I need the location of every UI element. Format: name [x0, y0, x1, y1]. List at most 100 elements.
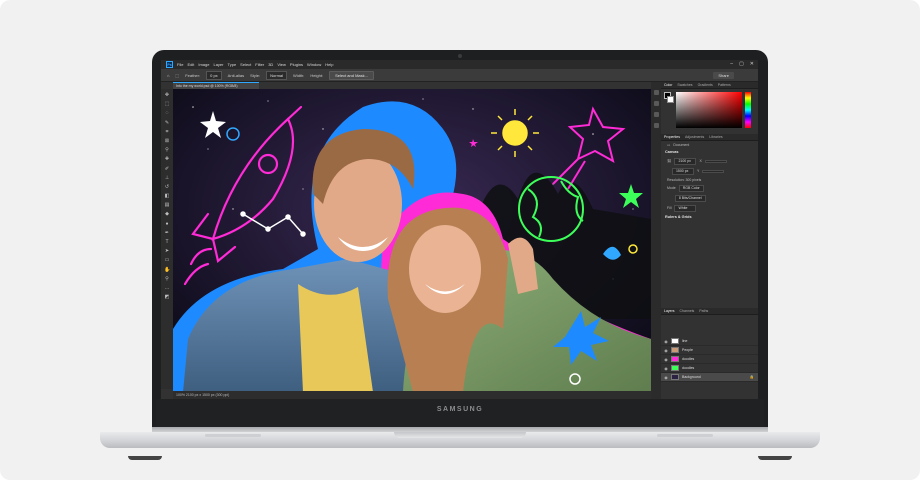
background-swatch[interactable] — [667, 96, 674, 103]
fill-label: Fill — [667, 206, 672, 210]
tab-paths[interactable]: Paths — [699, 309, 708, 313]
document-tab[interactable]: Into the my world.psd @ 100% (RGB/8) — [173, 82, 259, 89]
canvas-header[interactable]: Canvas — [661, 148, 758, 156]
quick-select-tool-icon[interactable]: ✎ — [164, 120, 170, 126]
menu-type[interactable]: Type — [228, 62, 237, 67]
tab-channels[interactable]: Channels — [680, 309, 695, 313]
visibility-eye-icon[interactable]: ◉ — [664, 357, 668, 362]
more-tools-icon[interactable]: … — [164, 285, 170, 291]
document-canvas[interactable] — [173, 89, 651, 392]
bits-select[interactable]: 8 Bits/Channel — [674, 194, 706, 202]
layer-row[interactable]: ◉ doodles — [661, 364, 758, 373]
visibility-eye-icon[interactable]: ◉ — [664, 348, 668, 353]
menu-file[interactable]: File — [177, 62, 183, 67]
brand-logo: SAMSUNG — [436, 406, 484, 413]
link-icon[interactable]: ⛓ — [667, 159, 671, 163]
feather-label: Feather: — [185, 72, 201, 78]
menu-window[interactable]: Window — [307, 62, 321, 67]
lock-icon: 🔒 — [749, 375, 754, 379]
marquee-tool-icon[interactable]: ⬚ — [175, 73, 179, 78]
resolution-row: Resolution: 300 pixels — [661, 176, 758, 183]
minimize-icon[interactable]: – — [730, 61, 733, 67]
visibility-eye-icon[interactable]: ◉ — [664, 339, 668, 344]
menu-3d[interactable]: 3D — [268, 62, 273, 67]
blur-tool-icon[interactable]: ◆ — [164, 211, 170, 217]
path-select-icon[interactable]: ➤ — [164, 248, 170, 254]
tab-swatches[interactable]: Swatches — [677, 83, 692, 87]
rulers-grids-header[interactable]: Rulers & Grids — [661, 213, 758, 221]
fg-bg-swatches[interactable] — [664, 92, 674, 104]
canvas-width-field[interactable]: 2100 px — [674, 157, 697, 165]
move-tool-icon[interactable]: ✥ — [164, 92, 170, 98]
hue-slider[interactable] — [745, 92, 751, 128]
maximize-icon[interactable]: ▢ — [739, 61, 744, 67]
canvas-height-field[interactable]: 1500 px — [671, 167, 694, 175]
brush-tool-icon[interactable]: ✐ — [164, 166, 170, 172]
brush-panel-icon[interactable] — [653, 112, 659, 117]
hinge-vent-left — [205, 434, 261, 437]
gradient-tool-icon[interactable]: ▤ — [164, 202, 170, 208]
visibility-eye-icon[interactable]: ◉ — [664, 366, 668, 371]
lasso-tool-icon[interactable]: ◌ — [164, 110, 170, 116]
shape-tool-icon[interactable]: ▭ — [164, 257, 170, 263]
tab-adjustments[interactable]: Adjustments — [685, 135, 704, 139]
y-label: Y — [696, 169, 700, 173]
pen-tool-icon[interactable]: ✒ — [164, 230, 170, 236]
layer-row[interactable]: ◉ Background 🔒 — [661, 373, 758, 382]
crop-tool-icon[interactable]: ⌗ — [164, 129, 170, 135]
mode-row: Mode RGB Color — [661, 183, 758, 193]
tab-properties[interactable]: Properties — [664, 135, 680, 139]
tools-panel: ✥ ⬚ ◌ ✎ ⌗ ⊠ ⚲ ✚ ✐ ⊥ ↺ ◧ ▤ ◆ ● ✒ T ➤ ▭ ✋ … — [161, 89, 173, 389]
close-icon[interactable]: ✕ — [750, 61, 754, 67]
menu-help[interactable]: Help — [325, 62, 333, 67]
tab-patterns[interactable]: Patterns — [718, 83, 731, 87]
hand-tool-icon[interactable]: ✋ — [164, 267, 170, 273]
style-select[interactable]: Normal — [266, 70, 288, 80]
menu-view[interactable]: View — [277, 62, 286, 67]
hinge-vent-right — [657, 434, 713, 437]
eyedropper-tool-icon[interactable]: ⚲ — [164, 147, 170, 153]
zoom-tool-icon[interactable]: ⚲ — [164, 276, 170, 282]
eraser-tool-icon[interactable]: ◧ — [164, 193, 170, 199]
share-button[interactable]: Share — [713, 72, 734, 79]
tab-color[interactable]: Color — [664, 83, 672, 87]
menu-filter[interactable]: Filter — [255, 62, 264, 67]
tab-gradients[interactable]: Gradients — [698, 83, 713, 87]
stamp-tool-icon[interactable]: ⊥ — [164, 175, 170, 181]
tab-layers[interactable]: Layers — [664, 309, 675, 313]
layer-row[interactable]: ◉ doodles — [661, 355, 758, 364]
marquee-tool-icon[interactable]: ⬚ — [164, 101, 170, 107]
canvas-x-field[interactable] — [704, 159, 727, 163]
mode-select[interactable]: RGB Color — [678, 184, 704, 192]
select-and-mask-button[interactable]: Select and Mask... — [329, 70, 374, 80]
layer-row[interactable]: ◉ People — [661, 346, 758, 355]
dodge-tool-icon[interactable]: ● — [164, 221, 170, 227]
type-tool-icon[interactable]: T — [164, 239, 170, 245]
options-bar: ⌂ ⬚ Feather: 0 px Anti-alias Style: Norm… — [161, 69, 758, 82]
fill-select[interactable]: White — [674, 204, 697, 212]
menu-layer[interactable]: Layer — [213, 62, 223, 67]
layer-name: doodles — [682, 366, 695, 370]
canvas-y-field[interactable] — [702, 169, 725, 173]
color-picker-field[interactable] — [676, 92, 742, 128]
menu-image[interactable]: Image — [198, 62, 209, 67]
menu-plugins[interactable]: Plugins — [290, 62, 303, 67]
healing-tool-icon[interactable]: ✚ — [164, 156, 170, 162]
character-panel-icon[interactable] — [653, 123, 659, 128]
history-brush-icon[interactable]: ↺ — [164, 184, 170, 190]
color-swatch-icon[interactable]: ◩ — [164, 294, 170, 300]
feather-input[interactable]: 0 px — [206, 70, 222, 80]
visibility-eye-icon[interactable]: ◉ — [664, 375, 668, 380]
history-panel-icon[interactable] — [653, 90, 659, 95]
webcam-icon — [458, 54, 462, 58]
properties-panel-icon[interactable] — [653, 101, 659, 106]
layer-name: line — [682, 339, 688, 343]
menu-edit[interactable]: Edit — [187, 62, 194, 67]
home-icon[interactable]: ⌂ — [167, 73, 169, 78]
tab-libraries[interactable]: Libraries — [709, 135, 722, 139]
layer-row[interactable]: ◉ line — [661, 337, 758, 346]
frame-tool-icon[interactable]: ⊠ — [164, 138, 170, 144]
menu-select[interactable]: Select — [240, 62, 251, 67]
anti-alias-checkbox[interactable]: Anti-alias — [228, 73, 244, 78]
